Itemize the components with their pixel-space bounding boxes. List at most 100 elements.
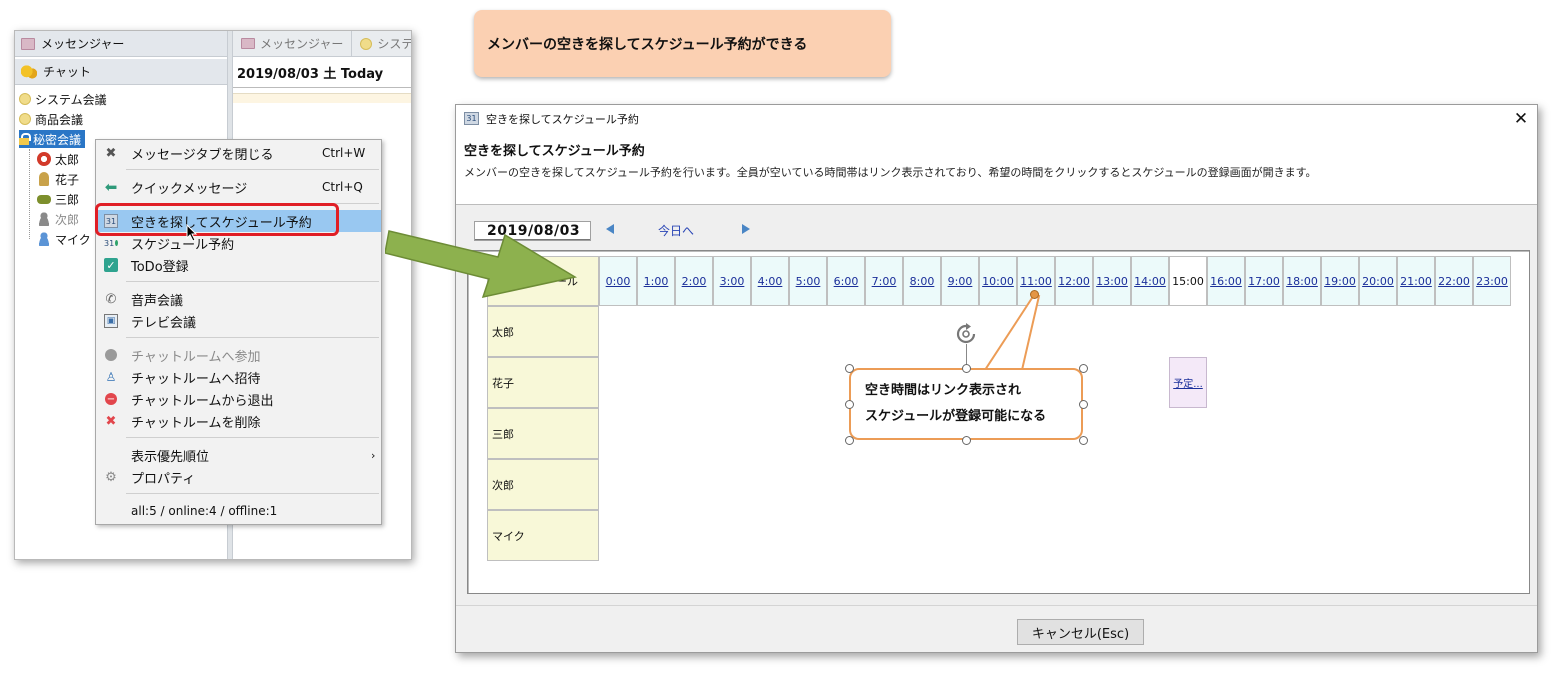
resize-handle[interactable] xyxy=(1079,400,1088,409)
hour-slot-16-00[interactable]: 16:00 xyxy=(1207,256,1245,306)
hour-slot-13-00[interactable]: 13:00 xyxy=(1093,256,1131,306)
tab-messenger[interactable]: メッセンジャー xyxy=(233,31,353,57)
hour-slot-label: 15:00 xyxy=(1172,274,1204,288)
hour-slot-link[interactable]: 20:00 xyxy=(1362,275,1394,288)
member-item-taro[interactable]: 太郎 xyxy=(37,150,79,168)
room-item-product[interactable]: 商品会議 xyxy=(19,110,83,128)
menu-item-label: クイックメッセージ xyxy=(131,181,248,197)
resize-handle[interactable] xyxy=(845,400,854,409)
badge-avatar-icon xyxy=(37,194,51,204)
hour-slot-2-00[interactable]: 2:00 xyxy=(675,256,713,306)
chat-date-strip xyxy=(233,93,411,103)
cancel-button[interactable]: キャンセル(Esc) xyxy=(1017,619,1144,645)
hour-slot-link[interactable]: 11:00 xyxy=(1020,275,1052,288)
room-item-system[interactable]: システム会議 xyxy=(19,90,107,108)
resize-handle[interactable] xyxy=(845,436,854,445)
resize-handle[interactable] xyxy=(845,364,854,373)
hour-slot-link[interactable]: 0:00 xyxy=(606,275,631,288)
hour-slot-link[interactable]: 7:00 xyxy=(872,275,897,288)
hour-slot-17-00[interactable]: 17:00 xyxy=(1245,256,1283,306)
menu-item-close-tab[interactable]: ✖ メッセージタブを閉じる Ctrl+W xyxy=(96,142,381,164)
member-label: 太郎 xyxy=(55,152,80,167)
next-day-button[interactable] xyxy=(742,224,750,234)
booked-slot[interactable]: 予定... xyxy=(1169,357,1207,408)
hour-slot-0-00[interactable]: 0:00 xyxy=(599,256,637,306)
rotate-icon[interactable] xyxy=(955,323,977,345)
hour-slot-link[interactable]: 16:00 xyxy=(1210,275,1242,288)
hour-slot-link[interactable]: 5:00 xyxy=(796,275,821,288)
member-item-hanako[interactable]: 花子 xyxy=(37,170,79,188)
menu-item-invite-room[interactable]: ♙ チャットルームへ招待 xyxy=(96,366,381,388)
resize-handle[interactable] xyxy=(1079,436,1088,445)
menu-item-leave-room[interactable]: − チャットルームから退出 xyxy=(96,388,381,410)
resize-handle[interactable] xyxy=(1079,364,1088,373)
hour-slot-14-00[interactable]: 14:00 xyxy=(1131,256,1169,306)
hour-slot-1-00[interactable]: 1:00 xyxy=(637,256,675,306)
hour-slot-18-00[interactable]: 18:00 xyxy=(1283,256,1321,306)
callout-anchor-handle[interactable] xyxy=(1030,290,1039,299)
hour-slot-4-00[interactable]: 4:00 xyxy=(751,256,789,306)
hour-slot-6-00[interactable]: 6:00 xyxy=(827,256,865,306)
hour-slot-link[interactable]: 23:00 xyxy=(1476,275,1508,288)
member-row-label: 次郎 xyxy=(487,459,599,510)
hour-slot-20-00[interactable]: 20:00 xyxy=(1359,256,1397,306)
hour-slot-link[interactable]: 3:00 xyxy=(720,275,745,288)
hour-slot-link[interactable]: 9:00 xyxy=(948,275,973,288)
room-dot-icon xyxy=(19,113,31,125)
menu-item-join-room[interactable]: チャットルームへ参加 xyxy=(96,344,381,366)
hour-slot-link[interactable]: 2:00 xyxy=(682,275,707,288)
hour-slot-link[interactable]: 22:00 xyxy=(1438,275,1470,288)
hour-slot-link[interactable]: 14:00 xyxy=(1134,275,1166,288)
room-item-secret[interactable]: 秘密会議 xyxy=(19,130,86,148)
hour-slot-5-00[interactable]: 5:00 xyxy=(789,256,827,306)
user-icon xyxy=(37,232,51,246)
hour-slot-3-00[interactable]: 3:00 xyxy=(713,256,751,306)
hour-slot-link[interactable]: 10:00 xyxy=(982,275,1014,288)
resize-handle[interactable] xyxy=(962,436,971,445)
hour-slot-link[interactable]: 19:00 xyxy=(1324,275,1356,288)
hour-slot-link[interactable]: 6:00 xyxy=(834,275,859,288)
member-item-jiro[interactable]: 次郎 xyxy=(37,210,79,228)
menu-item-todo[interactable]: ✓ ToDo登録 xyxy=(96,254,381,276)
callout-note: 空き時間はリンク表示され スケジュールが登録可能になる xyxy=(849,368,1083,440)
hour-slot-7-00[interactable]: 7:00 xyxy=(865,256,903,306)
hour-slot-12-00[interactable]: 12:00 xyxy=(1055,256,1093,306)
hour-slot-link[interactable]: 8:00 xyxy=(910,275,935,288)
menu-item-voice-meeting[interactable]: ✆ 音声会議 xyxy=(96,288,381,310)
feature-banner: メンバーの空きを探してスケジュール予約ができる xyxy=(474,10,891,77)
resize-handle[interactable] xyxy=(962,364,971,373)
today-button[interactable]: 今日へ xyxy=(658,222,694,239)
hour-slot-19-00[interactable]: 19:00 xyxy=(1321,256,1359,306)
reply-arrow-icon: ⬅ xyxy=(104,178,118,196)
hour-slot-9-00[interactable]: 9:00 xyxy=(941,256,979,306)
menu-item-label: テレビ会議 xyxy=(131,315,197,331)
menu-item-delete-room[interactable]: ✖ チャットルームを削除 xyxy=(96,410,381,432)
member-label: 三郎 xyxy=(55,192,80,207)
hour-slot-link[interactable]: 4:00 xyxy=(758,275,783,288)
member-item-mike[interactable]: マイク xyxy=(37,230,91,248)
pane-header-chat[interactable]: チャット xyxy=(15,59,227,85)
hour-slot-link[interactable]: 12:00 xyxy=(1058,275,1090,288)
member-item-saburo[interactable]: 三郎 xyxy=(37,190,79,208)
hour-slot-link[interactable]: 13:00 xyxy=(1096,275,1128,288)
booked-slot-link[interactable]: 予定... xyxy=(1173,375,1203,390)
tab-system-meeting[interactable]: システ xyxy=(352,31,411,57)
hour-slot-21-00[interactable]: 21:00 xyxy=(1397,256,1435,306)
hour-slot-23-00[interactable]: 23:00 xyxy=(1473,256,1511,306)
menu-item-video-meeting[interactable]: ▣ テレビ会議 xyxy=(96,310,381,332)
hour-slot-8-00[interactable]: 8:00 xyxy=(903,256,941,306)
pane-header-messenger-label: メッセンジャー xyxy=(41,37,125,51)
prev-day-button[interactable] xyxy=(606,224,614,234)
hour-slot-link[interactable]: 17:00 xyxy=(1248,275,1280,288)
menu-item-properties[interactable]: ⚙ プロパティ xyxy=(96,466,381,488)
hour-slot-22-00[interactable]: 22:00 xyxy=(1435,256,1473,306)
person-avatar-icon xyxy=(39,172,49,186)
highlight-outline xyxy=(95,203,339,236)
pane-header-messenger[interactable]: メッセンジャー xyxy=(15,31,227,57)
menu-item-quick-message[interactable]: ⬅ クイックメッセージ Ctrl+Q xyxy=(96,176,381,198)
close-icon[interactable]: ✕ xyxy=(1513,109,1529,129)
menu-item-display-priority[interactable]: 表示優先順位 xyxy=(96,444,381,466)
hour-slot-link[interactable]: 21:00 xyxy=(1400,275,1432,288)
hour-slot-link[interactable]: 18:00 xyxy=(1286,275,1318,288)
hour-slot-link[interactable]: 1:00 xyxy=(644,275,669,288)
